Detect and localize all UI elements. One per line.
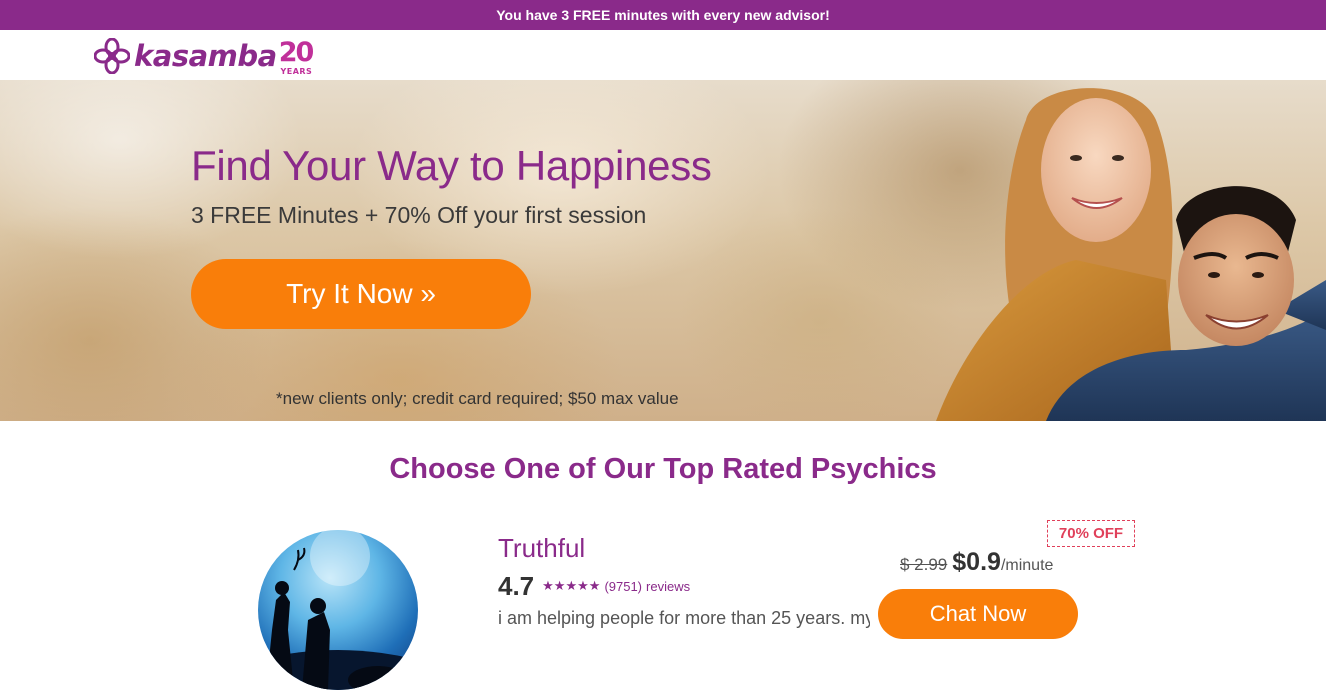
logo-anniversary: 20 YEARS xyxy=(278,37,315,76)
price-unit: /minute xyxy=(1000,557,1054,574)
chat-now-button[interactable]: Chat Now xyxy=(878,589,1078,639)
kasamba-flower-icon xyxy=(94,38,130,74)
rating-stars-icon: ★★★★★ xyxy=(542,578,601,593)
rating-value: 4.7 xyxy=(498,570,535,601)
logo-wordmark: kasamba xyxy=(134,39,277,73)
discount-badge: 70% OFF xyxy=(1047,520,1135,547)
kasamba-logo[interactable]: kasamba 20 YEARS xyxy=(94,37,315,78)
advisor-rating: 4.7 ★★★★★ (9751) reviews xyxy=(498,570,690,602)
promo-banner-text: You have 3 FREE minutes with every new a… xyxy=(496,7,830,23)
reviews-link[interactable]: reviews xyxy=(646,579,690,594)
hero-title: Find Your Way to Happiness xyxy=(191,142,712,189)
old-price: $ 2.99 xyxy=(900,555,948,574)
offer-disclaimer: *new clients only; credit card required;… xyxy=(276,389,679,408)
logo-anniversary-label: YEARS xyxy=(280,67,313,76)
try-it-now-button[interactable]: Try It Now » xyxy=(191,259,531,329)
new-price: $0.9 xyxy=(952,548,1001,576)
promo-banner: You have 3 FREE minutes with every new a… xyxy=(0,0,1326,30)
logo-anniversary-number: 20 xyxy=(278,37,315,68)
section-title: Choose One of Our Top Rated Psychics xyxy=(389,453,937,485)
advisor-avatar-image xyxy=(258,530,418,690)
smiling-couple-photo xyxy=(936,88,1326,421)
hero-subtitle: 3 FREE Minutes + 70% Off your first sess… xyxy=(191,202,647,228)
reviews-count[interactable]: (9751) xyxy=(604,579,642,594)
hero-banner: Find Your Way to Happiness 3 FREE Minute… xyxy=(0,80,1326,421)
advisor-name[interactable]: Truthful xyxy=(498,533,585,564)
price-row: $ 2.99 $0.9 /minute xyxy=(900,548,1053,582)
site-header: kasamba 20 YEARS xyxy=(0,30,1326,80)
advisor-avatar[interactable] xyxy=(258,530,418,690)
advisor-description: i am helping people for more than 25 yea… xyxy=(498,608,870,628)
